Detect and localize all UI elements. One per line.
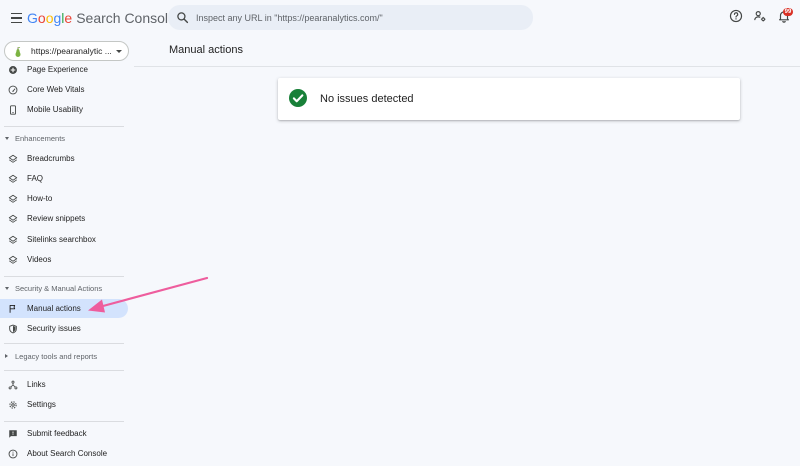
section-header-label: Security & Manual Actions	[15, 284, 103, 293]
sidebar-item-manual-actions[interactable]: Manual actions	[0, 299, 128, 318]
section-header-label: Enhancements	[15, 134, 66, 143]
check-circle-icon	[289, 89, 307, 107]
expand-triangle-icon	[5, 353, 8, 358]
sidebar-item-label: Links	[27, 380, 46, 389]
property-selector[interactable]: https://pearanalytic ...	[4, 41, 129, 61]
phone-icon	[10, 105, 16, 115]
sidebar-divider	[4, 370, 124, 371]
layers-icon	[8, 255, 18, 264]
sidebar-item-label: Mobile Usability	[27, 105, 84, 114]
sidebar-item-page-experience[interactable]: Page Experience	[0, 60, 128, 79]
collapse-triangle-icon	[5, 137, 9, 140]
main-menu-icon[interactable]	[6, 8, 26, 28]
sidebar-item-label: Videos	[27, 255, 52, 264]
sidebar-divider	[4, 126, 124, 127]
sidebar-item-sitelinks-searchbox[interactable]: Sitelinks searchbox	[0, 230, 128, 249]
url-inspection-search[interactable]	[168, 5, 533, 30]
status-message: No issues detected	[320, 93, 414, 105]
section-header-label: Legacy tools and reports	[15, 352, 98, 361]
sidebar-item-about[interactable]: About Search Console	[0, 444, 128, 463]
help-icon[interactable]	[729, 9, 743, 23]
sidebar-item-label: About Search Console	[27, 449, 108, 458]
sidebar-item-breadcrumbs[interactable]: Breadcrumbs	[0, 149, 128, 168]
status-card: No issues detected	[278, 78, 740, 120]
sidebar-item-label: Core Web Vitals	[27, 85, 85, 94]
links-icon	[8, 380, 18, 390]
sidebar-item-security-issues[interactable]: Security issues	[0, 319, 128, 338]
sidebar-item-label: How-to	[27, 194, 53, 203]
layers-icon	[8, 174, 18, 183]
sidebar-item-submit-feedback[interactable]: Submit feedback	[0, 424, 128, 443]
layers-icon	[8, 194, 18, 203]
shield-icon	[9, 324, 17, 334]
sidebar-item-core-web-vitals[interactable]: Core Web Vitals	[0, 80, 128, 99]
app-logo[interactable]: Google Search Console	[27, 10, 176, 26]
sidebar-divider	[4, 276, 124, 277]
layers-icon	[8, 235, 18, 244]
feedback-icon	[9, 430, 17, 438]
flag-icon	[9, 305, 16, 313]
sidebar: https://pearanalytic ... Page Experience…	[0, 36, 134, 466]
top-bar: GoogleSearch Console 99	[0, 0, 800, 36]
sidebar-item-links[interactable]: Links	[0, 375, 128, 394]
sidebar-item-label: Settings	[27, 400, 56, 409]
sidebar-item-label: Breadcrumbs	[27, 154, 75, 163]
manage-users-icon[interactable]	[753, 9, 767, 23]
logo-letter: e	[64, 10, 73, 26]
gear-icon	[9, 401, 17, 409]
sidebar-item-label: Security issues	[27, 324, 81, 333]
info-icon	[8, 449, 18, 459]
speed-icon	[8, 85, 18, 95]
pear-favicon-icon	[15, 47, 21, 57]
sidebar-item-how-to[interactable]: How-to	[0, 189, 128, 208]
sidebar-item-label: Sitelinks searchbox	[27, 235, 96, 244]
sidebar-divider	[4, 421, 124, 422]
header-divider	[134, 66, 800, 67]
sidebar-item-label: Review snippets	[27, 214, 86, 223]
search-icon	[177, 12, 189, 24]
sidebar-item-settings[interactable]: Settings	[0, 395, 128, 414]
layers-icon	[8, 154, 18, 163]
section-header-legacy-tools[interactable]: Legacy tools and reports	[0, 349, 128, 365]
sidebar-item-label: Page Experience	[27, 65, 88, 74]
sidebar-item-mobile-usability[interactable]: Mobile Usability	[0, 100, 128, 119]
page-title: Manual actions	[169, 44, 243, 56]
logo-letter: o	[37, 10, 46, 26]
sidebar-item-videos[interactable]: Videos	[0, 250, 128, 269]
sidebar-item-review-snippets[interactable]: Review snippets	[0, 209, 128, 228]
section-header-security[interactable]: Security & Manual Actions	[0, 281, 128, 297]
section-header-enhancements[interactable]: Enhancements	[0, 131, 128, 147]
collapse-triangle-icon	[5, 287, 9, 290]
notification-count-badge: 99	[783, 8, 793, 16]
sidebar-item-faq[interactable]: FAQ	[0, 169, 128, 188]
product-name: Search Console	[76, 10, 176, 26]
sidebar-item-label: Manual actions	[27, 304, 81, 313]
url-inspection-input[interactable]	[196, 9, 526, 26]
sidebar-divider	[4, 343, 124, 344]
layers-icon	[8, 214, 18, 223]
sidebar-item-label: FAQ	[27, 174, 44, 183]
sidebar-item-label: Submit feedback	[27, 429, 87, 438]
property-label: https://pearanalytic ...	[31, 46, 112, 56]
logo-letter: G	[27, 10, 38, 26]
page-experience-icon	[9, 66, 17, 74]
chevron-down-icon	[116, 50, 122, 53]
